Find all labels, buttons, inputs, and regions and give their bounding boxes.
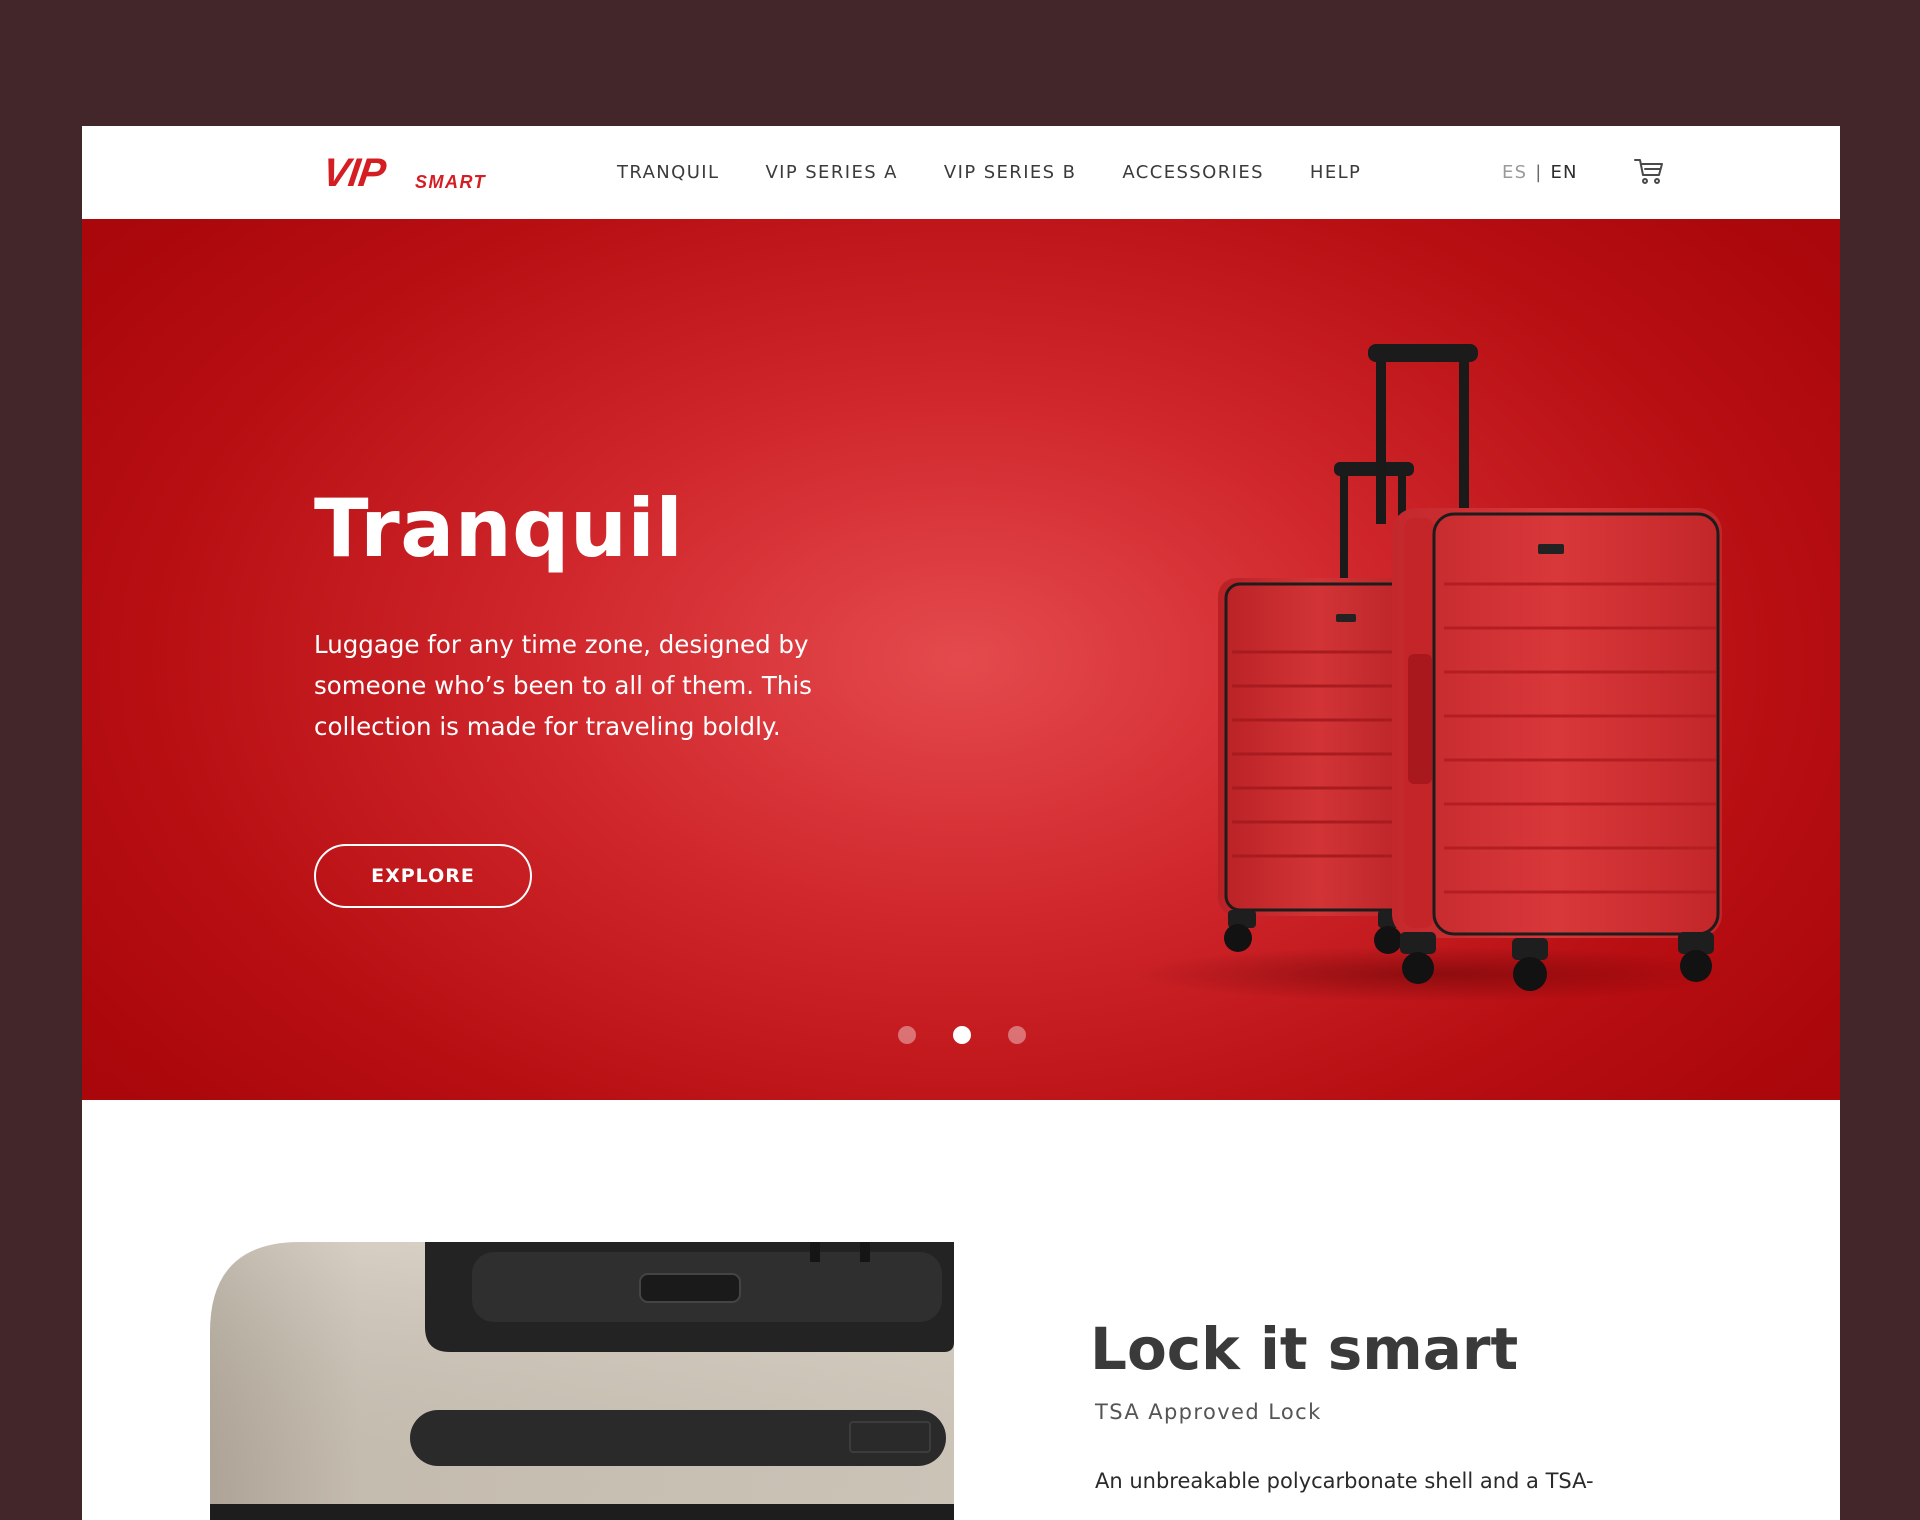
hero-banner: Tranquil Luggage for any time zone, desi… [82, 219, 1840, 1100]
cart-icon [1634, 159, 1663, 184]
logo-mark: VIP [319, 151, 388, 195]
nav-item-vip-series-a[interactable]: VIP SERIES A [765, 162, 897, 183]
logo-subtext: SMART [415, 172, 487, 192]
feature-section: Lock it smart TSA Approved Lock An unbre… [82, 1100, 1840, 1520]
feature-description: An unbreakable polycarbonate shell and a… [1095, 1469, 1594, 1493]
nav-item-accessories[interactable]: ACCESSORIES [1122, 162, 1264, 183]
hero-description: Luggage for any time zone, designed by s… [314, 630, 812, 741]
carousel-dot-1[interactable] [898, 1026, 916, 1044]
carousel-dots [898, 1026, 1063, 1044]
luggage-product-image [1132, 344, 1732, 1002]
cart-button[interactable] [1633, 156, 1665, 186]
nav-item-tranquil[interactable]: TRANQUIL [617, 162, 719, 183]
feature-subtitle: TSA Approved Lock [1095, 1400, 1322, 1424]
explore-button[interactable]: EXPLORE [314, 844, 532, 908]
lock-product-image [210, 1242, 954, 1520]
language-switcher: ES | EN [1502, 126, 1578, 219]
main-nav: TRANQUIL VIP SERIES A VIP SERIES B ACCES… [617, 126, 1407, 219]
carousel-dot-3[interactable] [1008, 1026, 1026, 1044]
lang-es-link[interactable]: ES [1502, 162, 1527, 183]
site-header: VIP SMART TRANQUIL VIP SERIES A VIP SERI… [82, 126, 1840, 219]
hero-title: Tranquil [314, 482, 684, 575]
brand-logo[interactable]: VIP SMART [319, 150, 503, 196]
carousel-dot-2[interactable] [953, 1026, 971, 1044]
page-frame: VIP SMART TRANQUIL VIP SERIES A VIP SERI… [82, 126, 1840, 1520]
lang-separator: | [1535, 162, 1543, 183]
nav-item-help[interactable]: HELP [1310, 162, 1361, 183]
lang-en-link[interactable]: EN [1550, 162, 1577, 183]
feature-title: Lock it smart [1090, 1315, 1519, 1383]
nav-item-vip-series-b[interactable]: VIP SERIES B [944, 162, 1076, 183]
